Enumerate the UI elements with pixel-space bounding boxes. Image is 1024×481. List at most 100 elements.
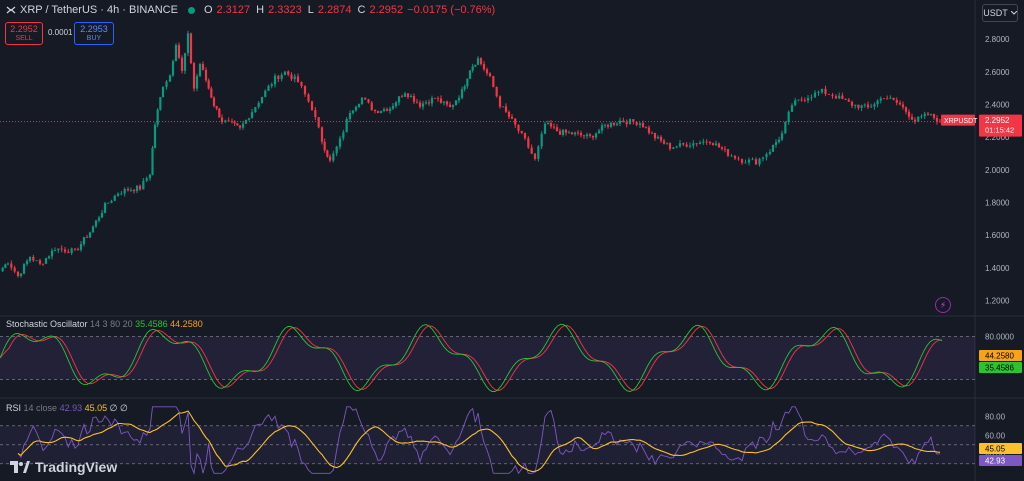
candle-body [479,58,483,65]
candle-body [406,93,410,97]
candle-body [186,33,190,54]
candle-body [537,146,540,159]
candle-body [656,136,660,139]
candle-body [692,143,695,146]
candle-body [6,263,10,265]
candle-body [215,106,218,109]
sell-button[interactable]: 2.2952 SELL [5,22,43,45]
candle-body [418,102,422,107]
candle-body [323,141,326,151]
rsi-legend[interactable]: RSI 14 close 42.93 45.05 ∅ ∅ [6,403,128,414]
candle-body [591,135,595,138]
candle-body [744,162,747,164]
candle-body [777,139,781,143]
candle-body [287,71,290,75]
candle-body [439,98,443,103]
candle-body [754,159,758,165]
candle-body [148,174,152,179]
candle-body [310,101,314,110]
candle-body [135,185,139,192]
candle-body [145,178,148,181]
buy-button[interactable]: 2.2953 BUY [74,22,114,45]
candle-body [335,146,338,154]
candle-body [264,90,267,98]
candle-body [50,250,54,257]
candle-body [364,97,367,100]
lightning-icon[interactable]: ⚡ [935,297,951,313]
candle-body [672,147,675,149]
candle-body [159,97,162,110]
candle-body [797,99,800,101]
candle-body [107,202,110,204]
chart-canvas[interactable]: 2.80002.60002.40002.20002.00001.80001.60… [0,0,1024,481]
currency-label: USDT [983,8,1008,18]
candle-body [250,112,254,119]
candle-body [517,124,520,131]
candle-body [543,123,547,134]
candle-body [126,189,130,191]
candle-body [702,141,705,143]
candle-body [60,248,63,250]
candle-body [436,98,440,100]
candle-body [644,127,648,129]
candle-body [810,97,813,99]
candle-body [13,267,16,272]
candle-body [348,112,352,120]
candle-body [794,100,797,106]
candle-body [866,104,870,108]
candle-body [827,94,831,95]
candle-body [533,153,537,159]
candle-body [618,120,622,124]
candle-body [659,136,663,141]
candle-body [161,87,165,98]
candle-body [834,96,838,99]
candle-body [189,33,193,64]
change-value: −0.0175 (−0.76%) [407,4,496,16]
candle-body [207,80,210,89]
candle-body [847,99,850,102]
candle-body [165,81,168,88]
stochastic-d-tag: 44.2580 [985,352,1014,361]
candle-body [100,212,104,218]
candle-body [4,264,7,268]
candle-body [714,143,718,146]
candle-body [204,69,208,81]
candle-body [625,122,628,125]
candle-body [720,147,724,149]
candle-body [409,96,413,97]
candle-body [227,120,230,122]
candle-body [790,105,794,112]
candle-body [751,159,754,161]
stochastic-k-tag: 35.4586 [985,364,1014,373]
candle-body [482,64,486,70]
candle-body [424,102,428,104]
countdown-label: 01:15:42 [985,126,1014,135]
candle-body [370,102,373,110]
candle-body [168,75,172,82]
candle-body [180,57,184,71]
stochastic-legend[interactable]: Stochastic Oscillator 14 3 80 20 35.4586… [6,319,203,329]
candle-body [705,141,708,143]
candle-body [113,195,116,201]
rsi-value-tag: 42.93 [985,457,1006,466]
stochastic-pane [0,323,975,392]
stochastic-tick-label: 80.0000 [985,332,1014,341]
candle-body [471,66,474,71]
candle-body [488,73,492,77]
symbol-title[interactable]: XRP / TetherUS · 4h · BINANCE [20,4,178,16]
candle-body [354,106,358,111]
candle-body [317,117,320,128]
candle-body [668,143,672,149]
candle-body [917,116,920,122]
candle-body [277,75,280,80]
currency-select[interactable]: USDT [982,4,1018,22]
candle-body [385,109,389,111]
candle-body [898,102,902,105]
tradingview-logo-icon [10,461,30,473]
candle-body [889,97,892,99]
candle-body [142,180,145,190]
candle-body [303,86,307,95]
stochastic-params: 14 3 80 20 [90,319,133,329]
candle-body [615,123,619,125]
candle-body [726,149,730,156]
